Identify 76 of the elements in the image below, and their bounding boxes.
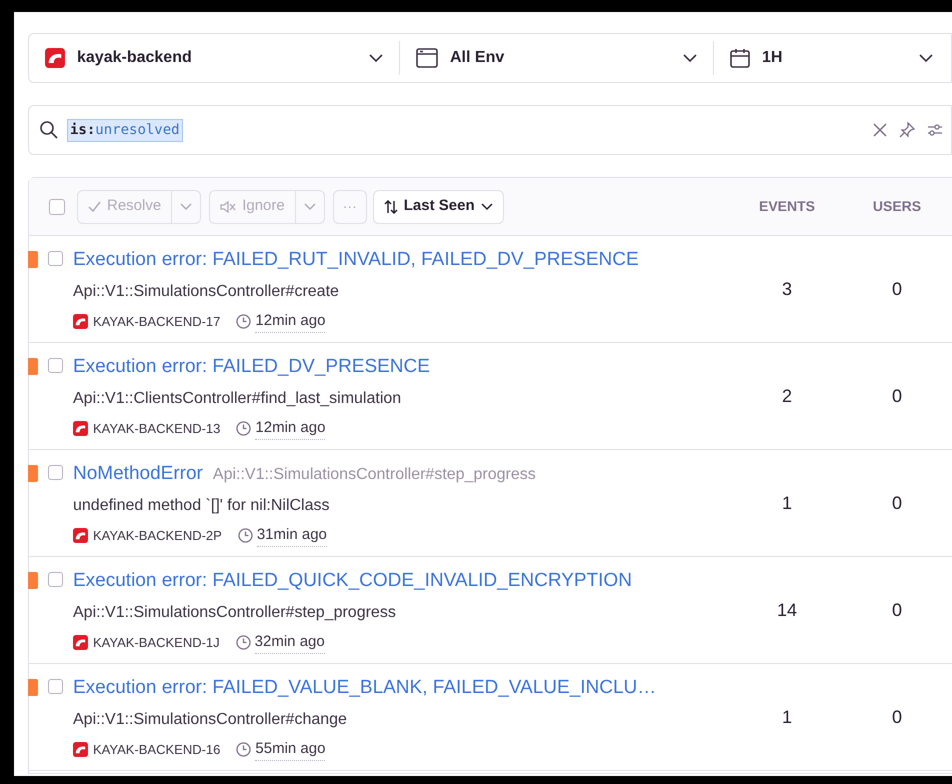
chevron-icon	[369, 54, 383, 62]
issue-subtitle: Api::V1::SimulationsController#step_progress	[73, 602, 397, 622]
events-count: 1	[780, 492, 793, 515]
row-checkbox[interactable]	[48, 679, 63, 694]
users-count: 0	[890, 385, 903, 408]
calendar-icon	[730, 48, 750, 68]
users-count: 0	[890, 599, 903, 622]
clock-icon	[236, 634, 251, 650]
sort-icon	[384, 200, 398, 214]
row-checkbox[interactable]	[48, 358, 63, 373]
chevron-icon	[683, 54, 697, 62]
last-seen-time: 32min ago	[254, 630, 325, 654]
pin-icon[interactable]	[899, 122, 915, 138]
column-header: EVENTS	[758, 197, 816, 216]
muted-speaker-icon	[220, 200, 236, 214]
sort-dropdown[interactable]: Last Seen	[372, 190, 504, 224]
issue-subtitle: undefined method `[]' for nil:NilClass	[73, 496, 331, 516]
issue-title[interactable]: Execution error: FAILED_VALUE_BLANK, FAILED_VALUE_INCLU…	[73, 674, 656, 702]
project-logo-icon	[73, 314, 88, 329]
caret-icon	[180, 202, 192, 210]
issue-subtitle: Api::V1::ClientsController#find_last_simulation	[73, 388, 402, 408]
issue-short-id: KAYAK-BACKEND-13	[93, 420, 220, 438]
last-seen-time: 31min ago	[256, 524, 327, 547]
close-icon[interactable]	[873, 123, 887, 137]
search-token: is:unresolved	[67, 118, 183, 142]
date-range-selector[interactable]: 1H	[713, 41, 949, 75]
project-logo-icon	[73, 420, 88, 436]
level-indicator	[28, 679, 38, 696]
last-seen-time: 55min ago	[255, 738, 326, 761]
column-header: USERS	[872, 197, 922, 216]
clock-icon	[236, 420, 252, 436]
level-indicator	[28, 251, 38, 268]
clock-icon	[238, 528, 253, 543]
search-bar[interactable]: is:unresolved	[28, 105, 952, 155]
issue-short-id: KAYAK-BACKEND-2P	[93, 526, 222, 544]
issue-title[interactable]: Execution error: FAILED_QUICK_CODE_INVALID_ENCRYPTION	[73, 567, 632, 596]
search-icon	[39, 120, 59, 140]
users-count: 0	[890, 706, 903, 729]
row-checkbox[interactable]	[48, 465, 63, 480]
select-all-checkbox[interactable]	[49, 198, 65, 214]
level-indicator	[28, 572, 38, 589]
issue-culprit: Api::V1::SimulationsController#step_progress	[212, 465, 536, 485]
events-count: 14	[776, 599, 798, 622]
issue-title[interactable]: NoMethodError	[73, 460, 203, 488]
clock-icon	[236, 314, 252, 329]
users-count: 0	[890, 492, 903, 515]
project-logo-icon	[73, 528, 88, 543]
level-indicator	[28, 465, 38, 482]
project-logo-icon	[73, 634, 88, 650]
users-count: 0	[890, 278, 903, 301]
sliders-icon[interactable]	[927, 123, 943, 137]
checkmark-icon	[88, 201, 101, 212]
issue-subtitle: Api::V1::SimulationsController#change	[73, 710, 348, 730]
project-logo-icon	[45, 48, 65, 68]
last-seen-time: 12min ago	[255, 310, 326, 333]
events-count: 1	[780, 706, 793, 729]
issue-short-id: KAYAK-BACKEND-16	[93, 740, 220, 758]
project-logo-icon	[73, 742, 88, 757]
issue-short-id: KAYAK-BACKEND-1J	[93, 634, 220, 652]
row-checkbox[interactable]	[48, 251, 63, 266]
issue-subtitle: Api::V1::SimulationsController#create	[73, 282, 340, 302]
issue-title[interactable]: Execution error: FAILED_RUT_INVALID, FAILED_DV_PRESENCE	[73, 246, 639, 274]
row-checkbox[interactable]	[48, 572, 63, 587]
environment-selector[interactable]: All Env	[399, 41, 713, 75]
issue-short-id: KAYAK-BACKEND-17	[93, 312, 220, 330]
chevron-icon	[919, 54, 933, 62]
events-count: 3	[780, 278, 793, 301]
chevron-icon	[480, 202, 493, 210]
last-seen-time: 12min ago	[255, 416, 326, 440]
issue-title[interactable]: Execution error: FAILED_DV_PRESENCE	[73, 353, 430, 382]
clock-icon	[236, 742, 252, 757]
level-indicator	[28, 358, 38, 375]
caret-icon	[304, 202, 316, 210]
window-icon	[416, 48, 438, 68]
project-selector[interactable]: kayak-backend	[29, 41, 399, 75]
events-count: 2	[780, 385, 793, 408]
